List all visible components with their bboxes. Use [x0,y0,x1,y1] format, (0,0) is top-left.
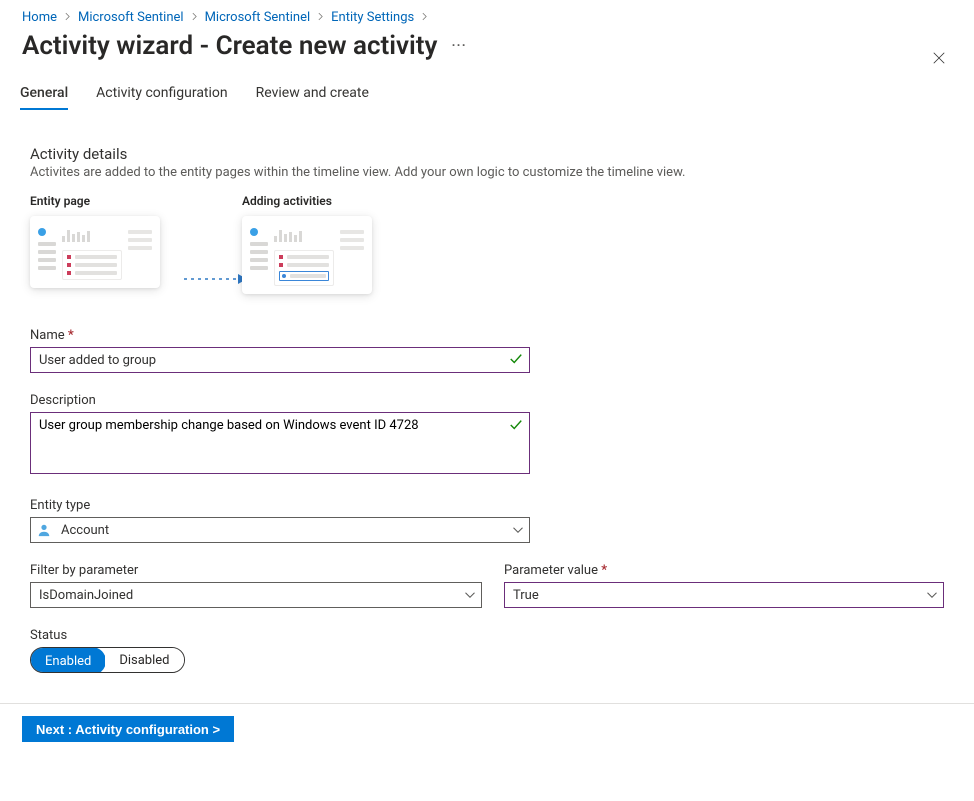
field-filter-by: Filter by parameter IsDomainJoined [30,563,482,608]
section-title: Activity details [30,145,952,163]
status-label: Status [30,628,530,643]
parameter-value-value: True [513,588,539,603]
checkmark-icon [509,352,523,366]
entity-type-value: Account [61,523,109,538]
tab-review-create[interactable]: Review and create [256,79,369,109]
more-ellipsis-icon[interactable]: ··· [451,38,466,54]
description-label: Description [30,393,530,408]
checkmark-icon [509,418,523,432]
chevron-right-icon [316,10,325,25]
field-name: Name [30,328,530,373]
field-entity-type: Entity type Account [30,498,530,543]
row-filter-paramvalue: Filter by parameter IsDomainJoined Param… [30,563,952,608]
name-input[interactable] [30,347,530,373]
chevron-right-icon [190,10,199,25]
entity-type-select[interactable]: Account [30,517,530,543]
tab-content: Activity details Activites are added to … [22,145,952,673]
filter-by-value: IsDomainJoined [39,588,133,603]
parameter-value-label: Parameter value [504,563,944,578]
parameter-value-select[interactable]: True [504,582,944,608]
tab-general[interactable]: General [20,79,68,109]
chevron-right-icon [420,10,429,25]
tabs: General Activity configuration Review an… [20,79,952,109]
page-title-text: Activity wizard - Create new activity [22,31,437,61]
entity-type-label: Entity type [30,498,530,513]
illustration-entity-page: Entity page [30,194,190,288]
filter-by-label: Filter by parameter [30,563,482,578]
status-option-disabled[interactable]: Disabled [105,648,183,672]
account-icon [37,523,51,537]
arrow-right-icon [184,273,248,283]
section-subtitle: Activites are added to the entity pages … [30,165,952,180]
status-option-enabled[interactable]: Enabled [30,647,106,673]
next-button[interactable]: Next : Activity configuration > [22,716,234,742]
title-row: Activity wizard - Create new activity ··… [22,31,952,61]
wizard-footer: Next : Activity configuration > [0,703,974,756]
filter-by-select[interactable]: IsDomainJoined [30,582,482,608]
field-status: Status Enabled Disabled [30,628,530,673]
chevron-right-icon [63,10,72,25]
breadcrumb: Home Microsoft Sentinel Microsoft Sentin… [22,10,952,25]
field-parameter-value: Parameter value True [504,563,944,608]
page-title: Activity wizard - Create new activity ··… [22,31,467,61]
illustration-adding-activities: Adding activities [242,194,402,294]
status-toggle[interactable]: Enabled Disabled [30,647,185,673]
tab-activity-configuration[interactable]: Activity configuration [96,79,227,109]
illustration-card-left [30,216,160,288]
breadcrumb-item-sentinel-1[interactable]: Microsoft Sentinel [78,10,184,25]
illustration-row: Entity page Adding activities [30,194,952,294]
illustration-label-right: Adding activities [242,194,402,208]
breadcrumb-item-home[interactable]: Home [22,10,57,25]
name-label: Name [30,328,530,343]
close-icon [932,51,946,65]
close-button[interactable] [922,42,956,76]
illustration-card-right [242,216,372,294]
breadcrumb-item-entity-settings[interactable]: Entity Settings [331,10,414,25]
description-textarea[interactable]: User group membership change based on Wi… [30,412,530,474]
field-description: Description User group membership change… [30,393,530,478]
breadcrumb-item-sentinel-2[interactable]: Microsoft Sentinel [205,10,311,25]
illustration-label-left: Entity page [30,194,190,208]
